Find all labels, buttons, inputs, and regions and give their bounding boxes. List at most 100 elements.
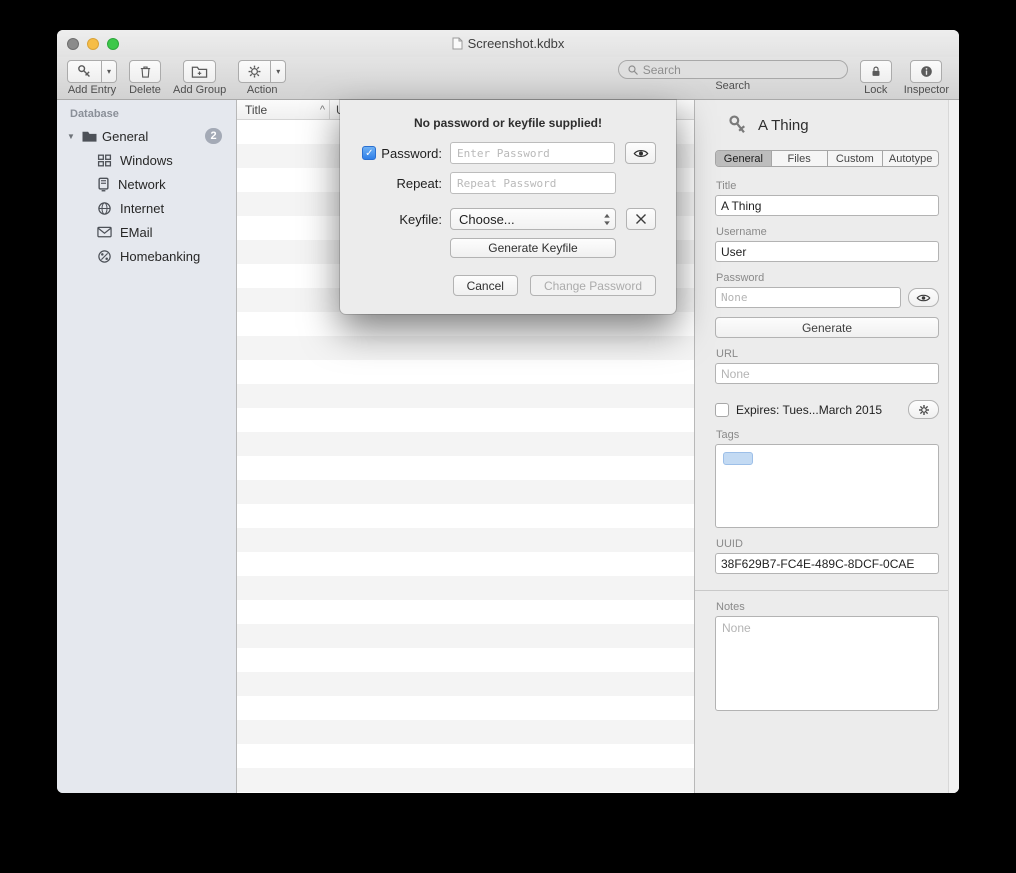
dialog-repeat-input[interactable] (450, 172, 616, 194)
inspector-scrollbar[interactable] (948, 100, 959, 793)
tab-custom[interactable]: Custom (828, 151, 884, 166)
sidebar-item-label: Homebanking (120, 249, 200, 264)
clear-keyfile-button[interactable] (626, 208, 656, 230)
sidebar-item-label: EMail (120, 225, 153, 240)
entry-count-badge: 2 (205, 128, 222, 144)
add-group-button[interactable] (183, 60, 216, 83)
password-row (715, 287, 939, 308)
password-field[interactable] (715, 287, 901, 308)
sidebar-item-homebanking[interactable]: Homebanking (57, 244, 236, 268)
trash-icon (138, 64, 153, 80)
expires-settings-button[interactable] (908, 400, 939, 419)
tab-autotype[interactable]: Autotype (883, 151, 938, 166)
titlebar[interactable]: Screenshot.kdbx (57, 30, 959, 57)
dialog-repeat-row: Repeat: (352, 172, 656, 194)
globe-icon (97, 201, 112, 216)
username-field[interactable] (715, 241, 939, 262)
tab-files[interactable]: Files (772, 151, 828, 166)
close-button[interactable] (67, 38, 79, 50)
window-title-group: Screenshot.kdbx (452, 36, 565, 51)
dialog-password-row: ✓ Password: (352, 142, 656, 164)
delete-button[interactable] (129, 60, 161, 83)
tags-field[interactable] (715, 444, 939, 528)
desktop-background: Screenshot.kdbx ▾ Add Entry (0, 0, 1016, 873)
cancel-button[interactable]: Cancel (453, 275, 518, 296)
notes-field-label: Notes (716, 601, 939, 613)
action-group: ▾ Action (238, 60, 286, 96)
inspector-label: Inspector (904, 84, 949, 96)
disclosure-triangle-icon[interactable]: ▼ (67, 132, 77, 141)
search-input[interactable] (643, 63, 839, 77)
action-dropdown[interactable]: ▾ (271, 60, 286, 83)
sidebar-item-internet[interactable]: Internet (57, 196, 236, 220)
expires-row: Expires: Tues...March 2015 (715, 400, 939, 419)
add-entry-dropdown[interactable]: ▾ (102, 60, 117, 83)
inspector-button[interactable] (910, 60, 942, 83)
expires-checkbox[interactable] (715, 403, 729, 417)
search-label: Search (715, 80, 750, 92)
search-field[interactable] (618, 60, 848, 79)
delete-label: Delete (129, 84, 161, 96)
url-field-label: URL (716, 348, 939, 360)
inspector-tabs: General Files Custom Autotype (715, 150, 939, 167)
title-field-label: Title (716, 180, 939, 192)
zoom-button[interactable] (107, 38, 119, 50)
sidebar-item-general[interactable]: ▼ General 2 (57, 124, 236, 148)
dropdown-arrows-icon (603, 213, 611, 226)
keyfile-dropdown-value: Choose... (459, 212, 515, 227)
generate-button-label: Generate (802, 321, 852, 335)
network-icon (97, 177, 110, 192)
notes-field[interactable] (715, 616, 939, 711)
uuid-field-label: UUID (716, 538, 939, 550)
lock-icon (869, 64, 883, 79)
sidebar-item-email[interactable]: EMail (57, 220, 236, 244)
sidebar: Database ▼ General 2 Windows (57, 100, 237, 793)
windows-icon (97, 154, 112, 167)
dialog-keyfile-label: Keyfile: (399, 212, 442, 227)
entry-title: A Thing (758, 117, 809, 134)
change-password-button[interactable]: Change Password (530, 275, 656, 296)
title-field[interactable] (715, 195, 939, 216)
inspector-panel: A Thing General Files Custom Autotype Ti… (695, 100, 959, 793)
folder-icon (81, 129, 98, 143)
change-password-button-label: Change Password (544, 279, 642, 293)
action-button[interactable] (238, 60, 271, 83)
gear-icon (247, 64, 262, 79)
minimize-button[interactable] (87, 38, 99, 50)
search-group: Search (618, 60, 848, 92)
dialog-password-label: Password: (381, 146, 442, 161)
column-header-title[interactable]: Title ^ (237, 100, 330, 119)
generate-keyfile-button[interactable]: Generate Keyfile (450, 238, 616, 258)
url-field[interactable] (715, 363, 939, 384)
reveal-password-button[interactable] (908, 288, 939, 307)
dialog-actions: Cancel Change Password (340, 275, 656, 296)
tags-field-label: Tags (716, 429, 939, 441)
lock-label: Lock (864, 84, 887, 96)
uuid-field[interactable] (715, 553, 939, 574)
dialog-password-input[interactable] (450, 142, 615, 164)
tag-chip[interactable] (723, 452, 753, 465)
gear-icon (918, 404, 930, 416)
document-icon (452, 37, 463, 50)
inspector-divider (695, 590, 959, 591)
toolbar: ▾ Add Entry Delete Add Group (57, 57, 959, 100)
change-password-dialog: No password or keyfile supplied! ✓ Passw… (340, 100, 676, 314)
traffic-lights (67, 38, 119, 50)
sidebar-item-windows[interactable]: Windows (57, 148, 236, 172)
app-window: Screenshot.kdbx ▾ Add Entry (57, 30, 959, 793)
dialog-reveal-password-button[interactable] (625, 142, 656, 164)
sidebar-item-label: Windows (120, 153, 173, 168)
lock-button[interactable] (860, 60, 892, 83)
tab-general[interactable]: General (716, 151, 772, 166)
dialog-message: No password or keyfile supplied! (340, 116, 676, 130)
sidebar-item-network[interactable]: Network (57, 172, 236, 196)
delete-group: Delete (129, 60, 161, 96)
password-field-label: Password (716, 272, 939, 284)
add-entry-label: Add Entry (68, 84, 116, 96)
add-entry-button[interactable] (67, 60, 102, 83)
generate-keyfile-label: Generate Keyfile (488, 241, 577, 255)
generate-password-button[interactable]: Generate (715, 317, 939, 338)
password-checkbox[interactable]: ✓ (362, 146, 376, 160)
coin-icon (97, 249, 112, 264)
keyfile-dropdown[interactable]: Choose... (450, 208, 616, 230)
